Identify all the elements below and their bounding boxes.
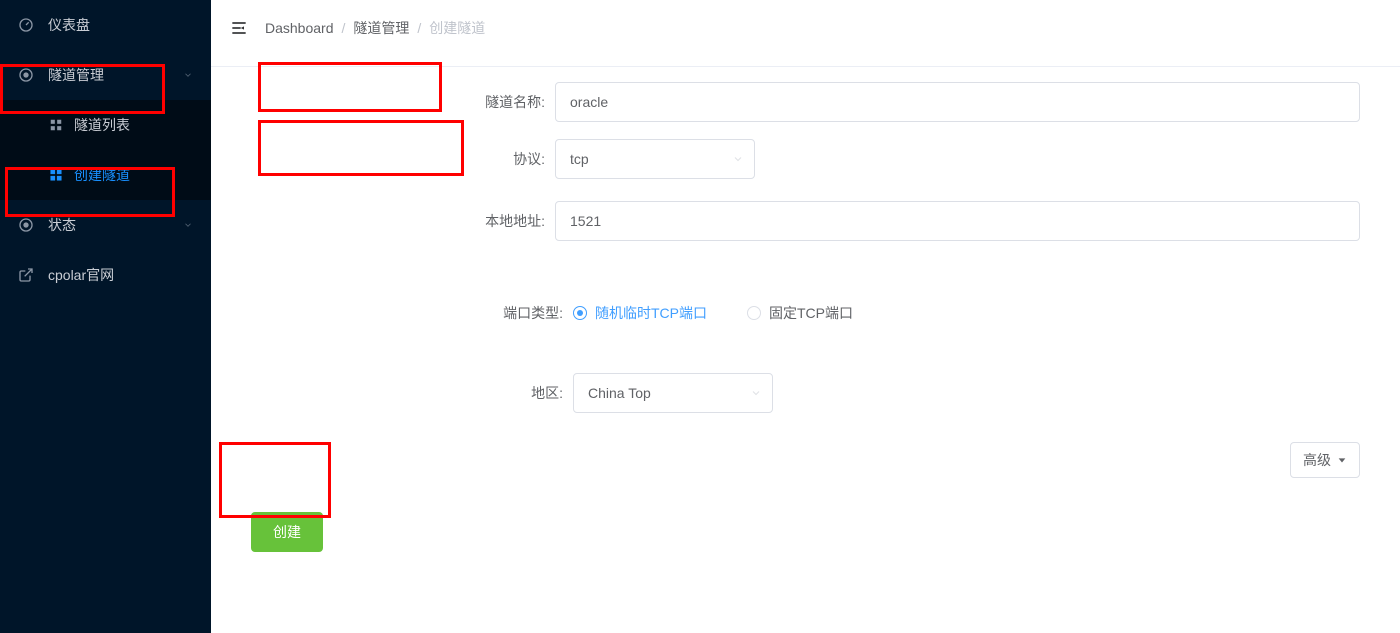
port-type-radio-group: 随机临时TCP端口 固定TCP端口 — [573, 303, 1360, 323]
advanced-button-label: 高级 — [1303, 450, 1331, 470]
sidebar: 仪表盘 隧道管理 隧道列表 创建隧道 — [0, 0, 211, 633]
sidebar-item-status[interactable]: 状态 — [0, 200, 211, 250]
sidebar-item-label: 隧道列表 — [74, 115, 193, 135]
list-icon — [48, 117, 64, 133]
port-type-random-radio[interactable]: 随机临时TCP端口 — [573, 303, 707, 323]
create-button-label: 创建 — [273, 524, 301, 540]
tunnel-icon — [18, 67, 34, 83]
chevron-up-icon — [183, 70, 193, 80]
external-link-icon — [18, 267, 34, 283]
status-icon — [18, 217, 34, 233]
dashboard-icon — [18, 17, 34, 33]
chevron-down-icon — [732, 153, 744, 165]
sidebar-item-tunnel-create[interactable]: 创建隧道 — [0, 150, 211, 200]
sidebar-item-label: 隧道管理 — [48, 65, 183, 85]
topbar: Dashboard / 隧道管理 / 创建隧道 — [211, 0, 1400, 56]
region-label: 地区: — [211, 383, 573, 403]
menu-toggle-button[interactable] — [225, 14, 253, 42]
tunnel-name-input[interactable] — [555, 82, 1360, 122]
breadcrumb-link[interactable]: 隧道管理 — [353, 18, 409, 38]
breadcrumb-link[interactable]: Dashboard — [265, 20, 334, 36]
create-icon — [48, 167, 64, 183]
breadcrumb-current: 创建隧道 — [429, 18, 485, 38]
tunnel-name-label: 隧道名称: — [211, 92, 555, 112]
sidebar-item-label: cpolar官网 — [48, 265, 193, 285]
sidebar-item-label: 仪表盘 — [48, 15, 193, 35]
breadcrumb-sep: / — [417, 20, 421, 36]
protocol-select-value: tcp — [570, 151, 589, 167]
breadcrumb: Dashboard / 隧道管理 / 创建隧道 — [265, 18, 485, 38]
advanced-button[interactable]: 高级 — [1290, 442, 1360, 478]
region-select-value: China Top — [588, 385, 651, 401]
chevron-down-icon — [183, 220, 193, 230]
chevron-down-icon — [750, 387, 762, 399]
sidebar-item-tunnel[interactable]: 隧道管理 — [0, 50, 211, 100]
radio-label: 随机临时TCP端口 — [595, 303, 707, 323]
sidebar-item-tunnel-list[interactable]: 隧道列表 — [0, 100, 211, 150]
protocol-select[interactable]: tcp — [555, 139, 755, 179]
protocol-label: 协议: — [211, 149, 555, 169]
sidebar-item-dashboard[interactable]: 仪表盘 — [0, 0, 211, 50]
port-type-fixed-radio[interactable]: 固定TCP端口 — [747, 303, 853, 323]
form: 隧道名称: 协议: tcp 本地地址: — [211, 56, 1400, 552]
main-content: Dashboard / 隧道管理 / 创建隧道 隧道名称: 协议: tcp — [211, 0, 1400, 633]
radio-dot-icon — [747, 306, 761, 320]
sidebar-item-cpolar[interactable]: cpolar官网 — [0, 250, 211, 300]
region-select[interactable]: China Top — [573, 373, 773, 413]
create-button[interactable]: 创建 — [251, 512, 323, 552]
sidebar-item-label: 状态 — [48, 215, 183, 235]
radio-dot-icon — [573, 306, 587, 320]
local-addr-input[interactable] — [555, 201, 1360, 241]
sidebar-item-label: 创建隧道 — [74, 165, 193, 185]
breadcrumb-sep: / — [342, 20, 346, 36]
radio-label: 固定TCP端口 — [769, 303, 853, 323]
port-type-label: 端口类型: — [211, 303, 573, 323]
caret-down-icon — [1337, 455, 1347, 465]
sidebar-submenu-tunnel: 隧道列表 创建隧道 — [0, 100, 211, 200]
local-addr-label: 本地地址: — [211, 211, 555, 231]
